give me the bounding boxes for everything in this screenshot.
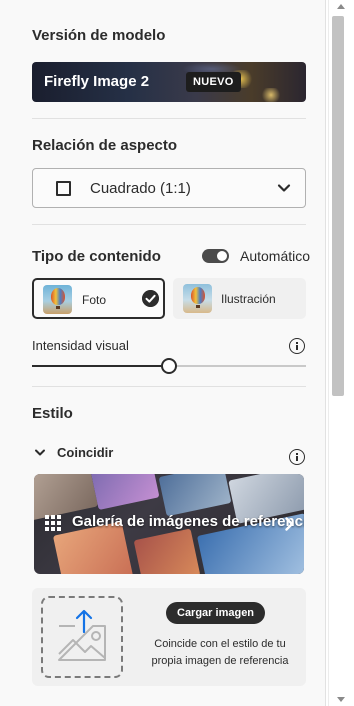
upload-description: Coincide con el estilo de tu propia imag… (151, 638, 289, 667)
photo-balloon-thumbnail (43, 285, 72, 314)
divider (32, 224, 306, 225)
divider (32, 118, 306, 119)
style-heading: Estilo (32, 405, 73, 422)
reference-gallery-card[interactable]: Galería de imágenes de referencia (34, 474, 304, 574)
info-icon[interactable] (289, 338, 305, 354)
content-type-label: Ilustración (221, 292, 276, 306)
divider (32, 386, 306, 387)
gallery-tile (133, 528, 201, 574)
grid-icon (45, 515, 61, 531)
match-section-toggle[interactable]: Coincidir (57, 445, 113, 460)
chevron-right-icon (285, 517, 294, 531)
upload-reference-card: Cargar imagen Coincide con el estilo de … (32, 588, 306, 686)
model-version-heading: Versión de modelo (32, 27, 166, 44)
model-name: Firefly Image 2 (44, 73, 150, 90)
visual-intensity-fill (32, 365, 169, 367)
visual-intensity-thumb[interactable] (161, 358, 177, 374)
square-icon (56, 181, 71, 196)
new-badge: NUEVO (186, 72, 241, 92)
checkmark-icon (142, 290, 159, 307)
visual-intensity-label: Intensidad visual (32, 338, 129, 353)
scroll-down-arrow-icon[interactable] (337, 697, 345, 702)
scroll-up-arrow-icon[interactable] (337, 4, 345, 9)
info-icon[interactable] (289, 449, 305, 465)
content-type-label: Foto (82, 293, 107, 307)
upload-image-button[interactable]: Cargar imagen (166, 602, 266, 624)
illustration-balloon-thumbnail (183, 284, 212, 313)
content-type-photo[interactable]: Foto (32, 278, 165, 319)
image-upload-icon (58, 609, 106, 661)
banner-glow (260, 88, 282, 102)
chevron-down-icon[interactable] (34, 448, 46, 458)
upload-drop-zone[interactable] (41, 596, 123, 678)
model-version-selector[interactable]: Firefly Image 2 NUEVO (32, 62, 306, 102)
aspect-ratio-dropdown[interactable]: Cuadrado (1:1) (32, 168, 306, 208)
gallery-tile (90, 474, 160, 511)
content-type-heading: Tipo de contenido (32, 248, 161, 265)
auto-toggle[interactable] (202, 249, 229, 263)
toggle-knob (217, 251, 227, 261)
gallery-label: Galería de imágenes de referencia (72, 513, 304, 530)
content-type-illustration[interactable]: Ilustración (173, 278, 306, 319)
aspect-ratio-value: Cuadrado (1:1) (90, 180, 191, 197)
scrollbar-thumb[interactable] (332, 16, 344, 396)
auto-toggle-label: Automático (240, 248, 311, 264)
gallery-tile (158, 474, 232, 517)
chevron-down-icon (277, 184, 291, 192)
aspect-ratio-heading: Relación de aspecto (32, 137, 178, 154)
